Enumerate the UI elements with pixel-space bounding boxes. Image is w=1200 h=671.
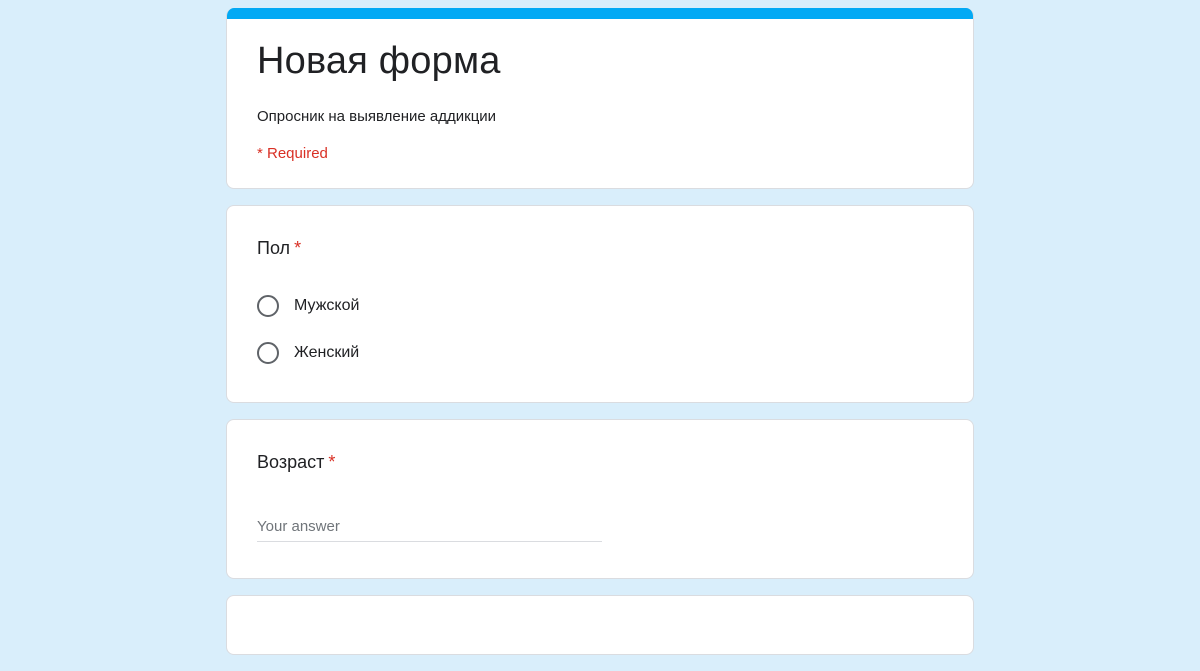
form-container: Новая форма Опросник на выявление аддикц… xyxy=(226,8,974,671)
age-answer-input[interactable] xyxy=(257,514,602,542)
form-description: Опросник на выявление аддикции xyxy=(257,108,497,125)
accent-bar xyxy=(227,8,973,19)
question-card-next xyxy=(226,595,974,655)
question-card-age: Возраст * xyxy=(226,419,974,579)
question-title-gender: Пол * xyxy=(257,236,943,260)
form-header-content: Новая форма Опросник на выявление аддикц… xyxy=(227,39,973,164)
form-title: Новая форма xyxy=(257,40,501,82)
required-asterisk: * xyxy=(294,238,302,258)
radio-option-female[interactable]: Женский xyxy=(257,341,943,365)
radio-button-female[interactable] xyxy=(257,342,279,364)
question-title-gender-text: Пол xyxy=(257,238,291,258)
radio-group-gender: Мужской Женский xyxy=(257,294,943,365)
radio-label-male: Мужской xyxy=(294,297,360,314)
question-title-age-text: Возраст xyxy=(257,452,325,472)
radio-option-male[interactable]: Мужской xyxy=(257,294,943,318)
required-note: * Required xyxy=(257,145,328,162)
question-card-gender: Пол * Мужской Женский xyxy=(226,205,974,403)
radio-button-male[interactable] xyxy=(257,295,279,317)
question-title-age: Возраст * xyxy=(257,450,943,474)
form-header-card: Новая форма Опросник на выявление аддикц… xyxy=(226,8,974,189)
radio-label-female: Женский xyxy=(294,344,360,361)
required-asterisk: * xyxy=(328,452,336,472)
